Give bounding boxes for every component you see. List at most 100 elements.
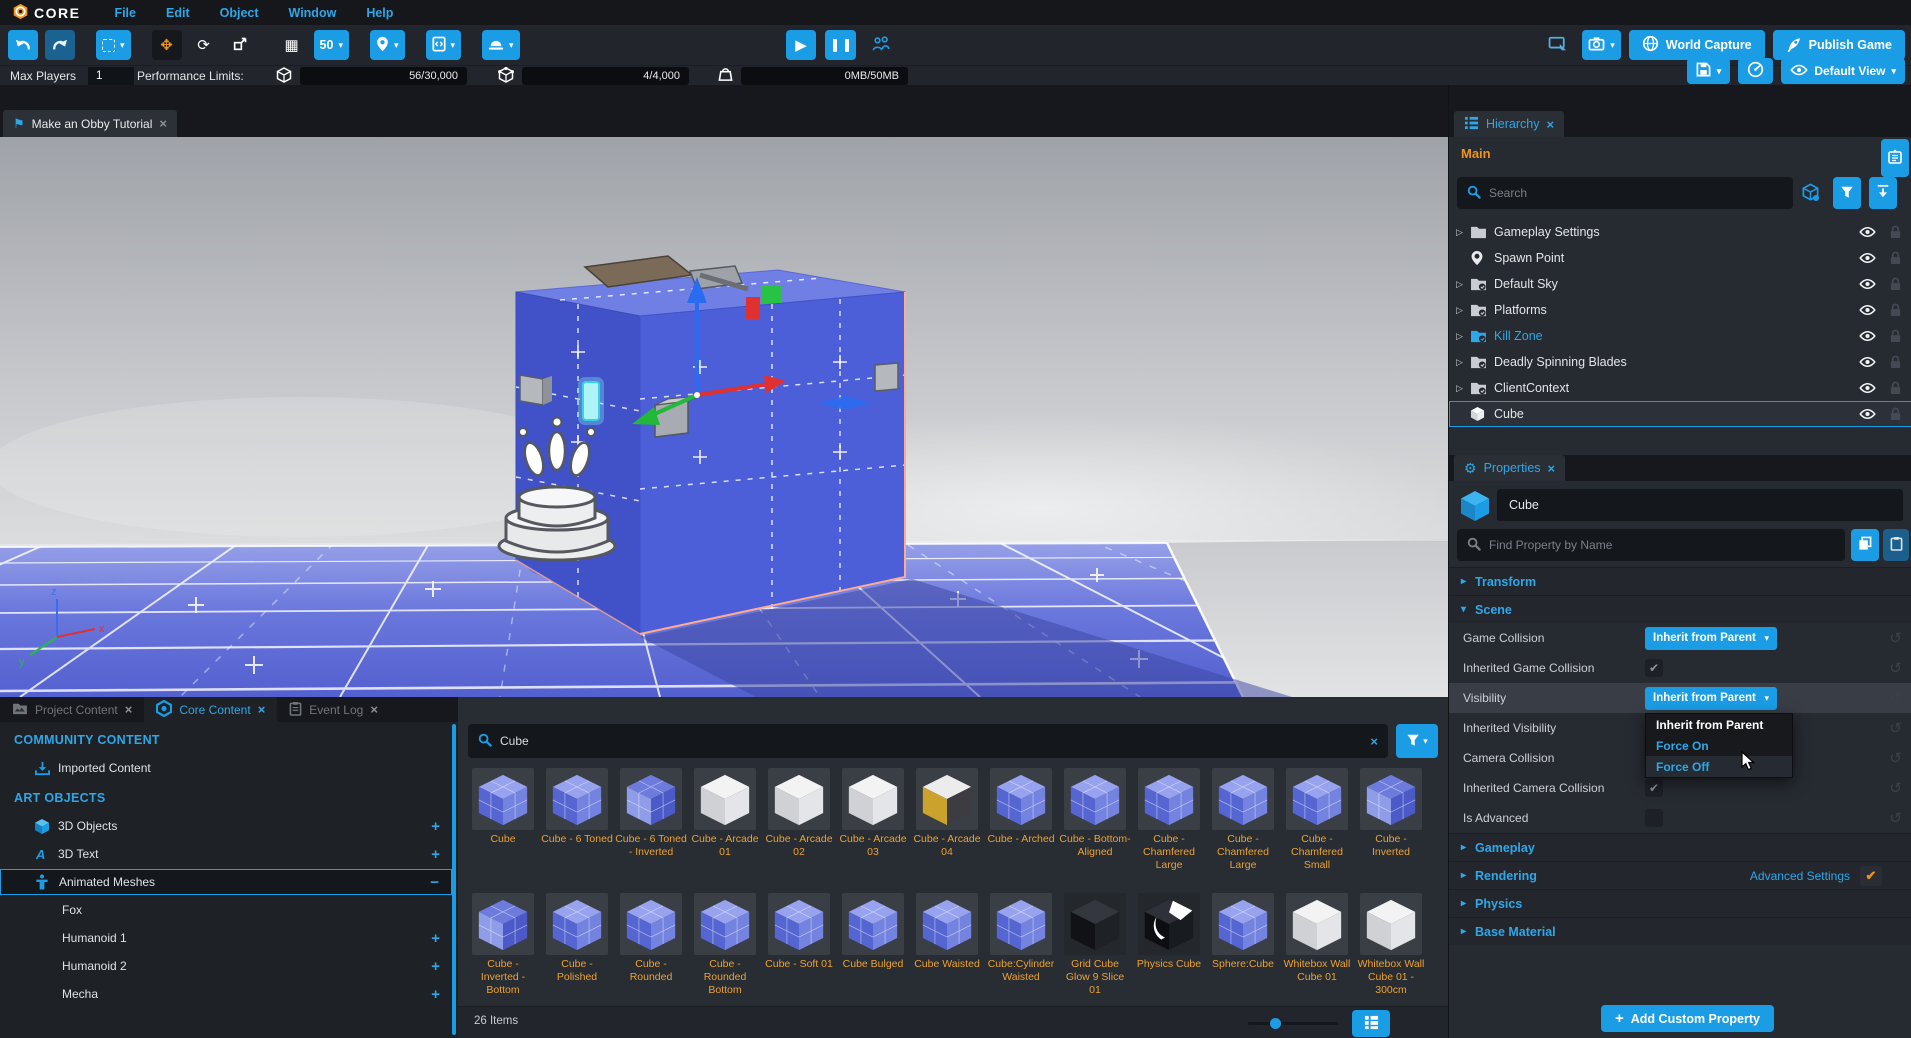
clear-search-icon[interactable]: × [1370,734,1378,749]
asset-tile[interactable]: Cube - Rounded Bottom [688,893,762,998]
dropdown-menu-item[interactable]: Inherit from Parent [1646,714,1792,735]
script-dropdown[interactable]: ▾ [426,30,462,60]
expand-caret-icon[interactable]: ▷ [1456,305,1470,316]
visibility-eye-icon[interactable] [1859,304,1876,316]
visibility-eye-icon[interactable] [1859,278,1876,290]
add-custom-property-button[interactable]: +Add Custom Property [1601,1005,1774,1032]
property-dropdown[interactable]: Inherit from Parent▾ [1645,687,1777,710]
grid-size-dropdown[interactable]: 50▾ [314,30,349,60]
asset-tile[interactable]: Cube - Arcade 02 [762,768,836,873]
asset-tile[interactable]: Whitebox Wall Cube 01 - 300cm [1354,893,1428,998]
move-tool-button[interactable]: ✥ [152,30,182,60]
hierarchy-item[interactable]: Cube [1449,401,1911,427]
menu-item[interactable]: File [102,3,148,23]
expand-toggle[interactable]: + [431,930,440,947]
close-icon[interactable]: × [125,702,133,717]
visibility-eye-icon[interactable] [1859,382,1876,394]
hierarchy-item[interactable]: ▷Default Sky [1449,271,1911,297]
lock-icon[interactable] [1889,303,1902,317]
viewport-3d[interactable]: z x y [0,137,1448,697]
play-button[interactable]: ▶ [786,30,816,60]
asset-tile[interactable]: Cube - Chamfered Large [1206,768,1280,873]
tab-properties[interactable]: ⚙ Properties × [1454,455,1565,481]
paste-properties-button[interactable] [1883,529,1909,561]
thumbnail-size-slider[interactable] [1248,1022,1338,1025]
menu-item[interactable]: Edit [154,3,202,23]
asset-tile[interactable]: Cube - 6 Toned [540,768,614,873]
object-name-field[interactable]: Cube [1497,489,1903,521]
advanced-settings-checkbox[interactable]: ✔ [1860,866,1882,886]
section-base-material[interactable]: ▸Base Material [1449,917,1911,945]
lock-icon[interactable] [1889,225,1902,239]
content-tab[interactable]: Project Content× [0,697,144,722]
performance-button[interactable] [1738,58,1773,84]
content-tab[interactable]: Event Log× [277,697,390,722]
asset-tile[interactable]: Cube - Inverted - Bottom [466,893,540,998]
expand-caret-icon[interactable]: ▷ [1456,227,1470,238]
expand-toggle[interactable]: − [430,874,439,891]
hierarchy-filter-button[interactable] [1833,177,1861,209]
asset-tile[interactable]: Physics Cube [1132,893,1206,998]
reset-icon[interactable]: ↺ [1889,659,1902,677]
checkbox-checked[interactable]: ✔ [1645,659,1663,677]
content-category[interactable]: Animated Meshes− [0,869,452,895]
asset-tile[interactable]: Cube - Inverted [1354,768,1428,873]
content-category[interactable]: Humanoid 2+ [0,953,452,979]
select-tool-dropdown[interactable]: ▾ [96,30,131,60]
hierarchy-item[interactable]: ▷Deadly Spinning Blades [1449,349,1911,375]
undo-button[interactable] [8,30,38,60]
visibility-eye-icon[interactable] [1859,356,1876,368]
asset-search-input[interactable] [500,734,1362,748]
close-icon[interactable]: × [258,702,266,717]
visibility-eye-icon[interactable] [1859,330,1876,342]
reset-icon[interactable]: ↺ [1889,749,1902,767]
menu-item[interactable]: Help [354,3,405,23]
event-dropdown[interactable]: ▾ [482,30,520,60]
expand-caret-icon[interactable]: ▷ [1456,383,1470,394]
hierarchy-search-box[interactable] [1457,177,1793,209]
content-category[interactable]: Humanoid 1+ [0,925,452,951]
section-transform[interactable]: ▸Transform [1449,567,1911,595]
asset-tile[interactable]: Cube [466,768,540,873]
menu-item[interactable]: Object [208,3,271,23]
visibility-eye-icon[interactable] [1859,252,1876,264]
create-template-button[interactable] [1881,139,1909,177]
asset-tile[interactable]: Cube - Bottom-Aligned [1058,768,1132,873]
asset-filter-button[interactable]: ▾ [1396,724,1438,758]
publish-game-button[interactable]: Publish Game [1773,30,1905,60]
section-rendering[interactable]: ▸Rendering Advanced Settings ✔ [1449,861,1911,889]
asset-tile[interactable]: Grid Cube Glow 9 Slice 01 [1058,893,1132,998]
asset-tile[interactable]: Cube - Chamfered Large [1132,768,1206,873]
hierarchy-item[interactable]: ▷Gameplay Settings [1449,219,1911,245]
multiplayer-preview-button[interactable] [865,30,899,60]
collapse-all-button[interactable] [1869,177,1897,209]
asset-tile[interactable]: Cube - Polished [540,893,614,998]
asset-tile[interactable]: Cube - Rounded [614,893,688,998]
menu-item[interactable]: Window [277,3,349,23]
asset-tile[interactable]: Cube - Arcade 03 [836,768,910,873]
reset-icon[interactable]: ↺ [1889,629,1902,647]
object-filter-icon[interactable] [1801,183,1820,205]
lock-icon[interactable] [1889,407,1902,421]
content-category[interactable]: Fox [0,897,452,923]
property-dropdown[interactable]: Inherit from Parent▾ [1645,627,1777,650]
close-icon[interactable]: × [370,702,378,717]
expand-toggle[interactable]: + [431,986,440,1003]
viewport-tab[interactable]: ⚑ Make an Obby Tutorial × [3,110,177,137]
asset-tile[interactable]: Cube - Arched [984,768,1058,873]
lock-icon[interactable] [1889,329,1902,343]
redo-button[interactable] [45,30,75,60]
asset-tile[interactable]: Cube Waisted [910,893,984,998]
expand-caret-icon[interactable]: ▷ [1456,279,1470,290]
hierarchy-search-input[interactable] [1489,186,1783,200]
slider-knob[interactable] [1270,1018,1281,1029]
asset-tile[interactable]: Whitebox Wall Cube 01 [1280,893,1354,998]
content-category[interactable]: A3D Text+ [0,841,452,867]
sidebar-scrollbar[interactable] [452,724,456,1035]
asset-search-box[interactable]: × [468,724,1388,758]
snap-position-dropdown[interactable]: ▾ [370,30,405,60]
visibility-eye-icon[interactable] [1859,408,1876,420]
asset-tile[interactable]: Cube - Arcade 01 [688,768,762,873]
content-tab[interactable]: Core Content× [144,697,277,722]
section-scene[interactable]: ▾Scene [1449,595,1911,623]
